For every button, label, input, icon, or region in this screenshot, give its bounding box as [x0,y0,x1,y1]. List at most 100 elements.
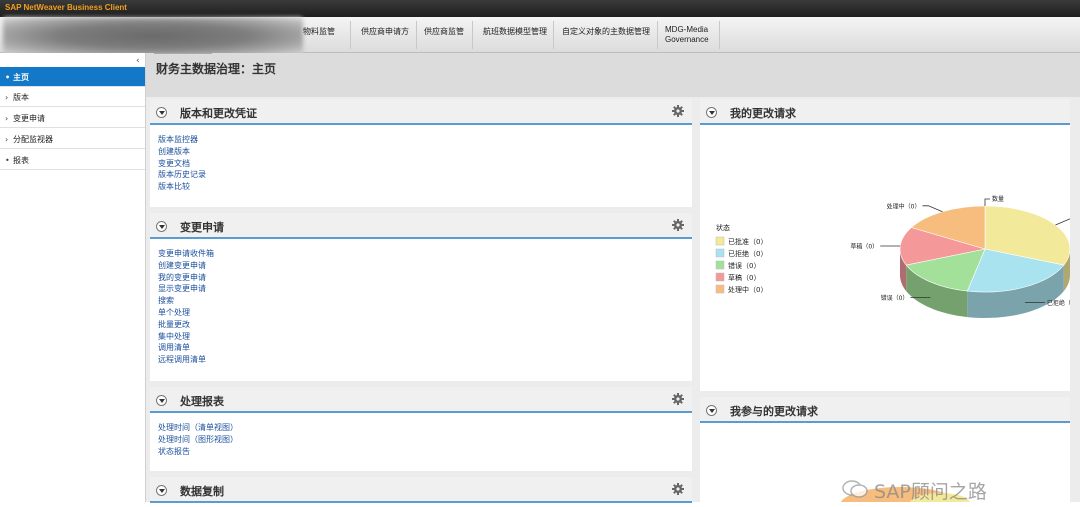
legend-title: 状态 [716,223,730,232]
legend-entry: 已批准（0） [728,237,767,246]
link-create-cr[interactable]: 创建变更申请 [158,260,214,272]
page-title: 财务主数据治理：主页 [156,62,277,76]
link-processing-time-graphic[interactable]: 处理时间（图形视图） [158,434,238,446]
legend-swatch [715,248,725,258]
tab-label-line2: Governance [665,35,709,44]
panel-header: 数据复制 [150,477,692,503]
panel-header: 我的更改请求 [700,99,1070,125]
tab-divider [553,21,554,49]
bullet-icon: • [5,73,11,82]
pie-series-label: 数量 [992,195,1004,203]
pie-callout-label: 处理中（0） [887,202,921,210]
panel-title: 处理报表 [180,395,224,408]
chevron-right-icon: › [5,114,9,123]
sidebar-item-editions[interactable]: › 版本 [0,87,145,107]
panel-header: 版本和更改凭证 [150,99,692,125]
gear-icon[interactable] [672,393,684,405]
tab-supplier-requester[interactable]: 供应商申请方 [361,26,409,37]
watermark: SAP顾问之路 [842,477,1057,503]
link-list: 变更申请收件箱 创建变更申请 我的变更申请 显示变更申请 搜索 单个处理 批量更… [158,248,214,366]
sidebar-item-home[interactable]: • 主页 [0,67,145,87]
wechat-logo-icon [842,480,868,498]
link-mass-change[interactable]: 批量更改 [158,319,214,331]
tab-divider [416,21,417,49]
watermark-text: SAP顾问之路 [874,481,987,503]
pie-callout-label: 草稿（0） [850,243,878,251]
tab-supplier-governance[interactable]: 供应商监管 [424,26,464,37]
link-central-processing[interactable]: 集中处理 [158,331,214,343]
chevron-left-icon[interactable]: ‹ [136,56,140,66]
legend-entry: 错误（0） [728,261,760,270]
panel-editions: 版本和更改凭证 版本监控器 创建版本 变更文档 版本历史记录 版本比较 [150,99,692,207]
link-call-list[interactable]: 调用清单 [158,342,214,354]
legend-swatch [715,260,725,270]
panel-header: 我参与的更改请求 [700,397,1070,423]
link-status-report[interactable]: 状态报告 [158,446,238,458]
link-edition-comparison[interactable]: 版本比较 [158,181,206,193]
panel-change-requests: 变更申请 变更申请收件箱 创建变更申请 我的变更申请 显示变更申请 搜索 单个处… [150,213,692,381]
sidebar-item-label: 变更申请 [13,114,45,123]
sidebar-item-label: 报表 [13,156,29,165]
link-display-cr[interactable]: 显示变更申请 [158,283,214,295]
panel-my-change-requests: 我的更改请求 已批准（0） 已拒绝（0） 错误（0） 草稿（0） 处理中（0） 数量状态已… [700,99,1070,391]
pie-series-callout [984,198,990,206]
gear-icon[interactable] [672,483,684,495]
link-list: 处理时间（清单视图） 处理时间（图形视图） 状态报告 [158,422,238,457]
link-list: 版本监控器 创建版本 变更文档 版本历史记录 版本比较 [158,134,206,193]
tab-divider [472,21,473,49]
page-header: 财务主数据治理：主页 [146,53,1080,97]
gear-icon[interactable] [672,105,684,117]
title-bar: SAP NetWeaver Business Client [0,0,1080,17]
gear-icon[interactable] [672,219,684,231]
app-title: SAP NetWeaver Business Client [5,3,127,12]
tab-flight-data-model[interactable]: 航班数据模型管理 [483,26,547,37]
panel-title: 版本和更改凭证 [180,107,257,120]
collapse-toggle-icon[interactable] [156,221,167,232]
collapse-toggle-icon[interactable] [156,485,167,496]
link-remote-call-list[interactable]: 远程调用清单 [158,354,214,366]
pie-callout-label: 错误（0） [881,294,909,302]
link-create-edition[interactable]: 创建版本 [158,146,206,158]
panel-title: 我参与的更改请求 [730,405,818,418]
pie-callout-line [922,205,943,213]
collapse-toggle-icon[interactable] [156,395,167,406]
sidebar-item-label: 分配监视器 [13,135,53,144]
legend-swatch [715,284,725,294]
sidebar-item-assignment-monitor[interactable]: › 分配监视器 [0,129,145,149]
sidebar-item-reports[interactable]: • 报表 [0,150,145,170]
link-edition-history[interactable]: 版本历史记录 [158,169,206,181]
tab-divider [657,21,658,49]
top-navigation: 物料监管 供应商申请方 供应商监管 航班数据模型管理 自定义对象的主数据管理 M… [0,17,1080,55]
link-my-cr[interactable]: 我的变更申请 [158,272,214,284]
collapse-toggle-icon[interactable] [706,107,717,118]
bullet-icon: • [5,156,10,165]
header-divider [154,53,212,54]
tab-mdg-media-governance[interactable]: MDG-Media Governance [665,25,709,45]
tab-material-governance[interactable]: 物料监管 [303,26,335,37]
redacted-area [3,17,303,55]
link-single-processing[interactable]: 单个处理 [158,307,214,319]
panel-title: 变更申请 [180,221,224,234]
tab-divider [350,21,351,49]
panel-title: 我的更改请求 [730,107,796,120]
collapse-toggle-icon[interactable] [156,107,167,118]
collapse-toggle-icon[interactable] [706,405,717,416]
sidebar-item-change-requests[interactable]: › 变更申请 [0,108,145,128]
link-edition-monitor[interactable]: 版本监控器 [158,134,206,146]
tab-divider [719,21,720,49]
tab-label-line1: MDG-Media [665,25,709,34]
pie-callout-line [1055,218,1070,226]
legend-swatch [715,272,725,282]
legend-entry: 已拒绝（0） [728,249,767,258]
pie-callout-label: 已拒绝（0） [1047,299,1070,307]
sidebar: ‹ • 主页 › 版本 › 变更申请 › 分配监视器 • 报表 [0,53,146,502]
link-search[interactable]: 搜索 [158,295,214,307]
link-processing-time-list[interactable]: 处理时间（清单视图） [158,422,238,434]
chevron-right-icon: › [5,93,9,102]
panel-header: 处理报表 [150,387,692,413]
link-change-documents[interactable]: 变更文档 [158,158,206,170]
status-pie-chart: 已批准（0）已拒绝（0）错误（0）草稿（0）处理中（0）数量状态已批准（0）已拒… [715,195,1070,318]
tab-custom-object-mdm[interactable]: 自定义对象的主数据管理 [562,26,650,37]
panel-process-reports: 处理报表 处理时间（清单视图） 处理时间（图形视图） 状态报告 [150,387,692,471]
link-cr-inbox[interactable]: 变更申请收件箱 [158,248,214,260]
